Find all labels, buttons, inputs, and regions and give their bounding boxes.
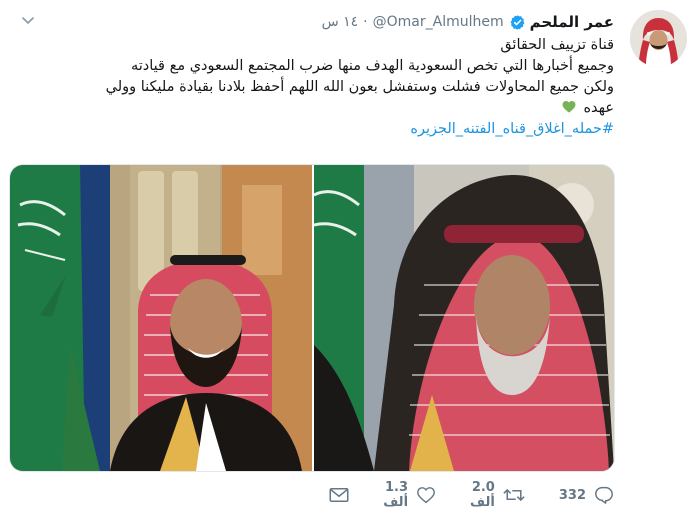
reply-button[interactable]: 332 <box>559 486 614 504</box>
tweet-media[interactable] <box>9 164 615 472</box>
reply-icon <box>594 486 614 504</box>
tweet-timestamp[interactable]: ١٤ س <box>322 14 359 30</box>
photo-right[interactable] <box>314 165 614 471</box>
tweet-line: عهده <box>583 100 614 116</box>
direct-message-button[interactable] <box>329 487 349 503</box>
tweet-actions: 332 2.0 ألف 1.3 ألف <box>300 480 614 510</box>
separator-dot: · <box>363 14 368 30</box>
tweet-header: عمر الملحم @Omar_Almulhem · ١٤ س <box>10 11 614 33</box>
chevron-down-icon[interactable] <box>20 13 36 29</box>
green-heart-icon <box>562 99 576 113</box>
retweet-count: 2.0 ألف <box>470 480 495 510</box>
tweet[interactable]: عمر الملحم @Omar_Almulhem · ١٤ س قناة تز… <box>0 0 697 510</box>
tweet-text: قناة تزييف الحقائق وجميع أخبارها التي تخ… <box>70 35 614 140</box>
envelope-icon <box>329 487 349 503</box>
tweet-line: وجميع أخبارها التي تخص السعودية الهدف من… <box>131 58 614 74</box>
tweet-line: قناة تزييف الحقائق <box>500 37 614 53</box>
avatar[interactable] <box>630 10 687 67</box>
photo-left[interactable] <box>10 165 312 471</box>
verified-badge-icon <box>509 14 526 31</box>
hashtag-link[interactable]: #حمله_اغلاق_قناه_الفتنه_الجزيره <box>70 119 614 140</box>
user-handle[interactable]: @Omar_Almulhem <box>373 14 504 30</box>
tweet-line: ولكن جميع المحاولات فشلت وستفشل بعون الل… <box>105 79 614 95</box>
like-button[interactable]: 1.3 ألف <box>383 480 436 510</box>
display-name[interactable]: عمر الملحم <box>530 13 614 31</box>
tweet-line-last: عهده <box>70 98 614 119</box>
reply-count: 332 <box>558 487 586 503</box>
like-count: 1.3 ألف <box>383 480 409 510</box>
retweet-button[interactable]: 2.0 ألف <box>470 480 525 510</box>
retweet-icon <box>503 486 525 504</box>
heart-icon <box>416 486 436 504</box>
